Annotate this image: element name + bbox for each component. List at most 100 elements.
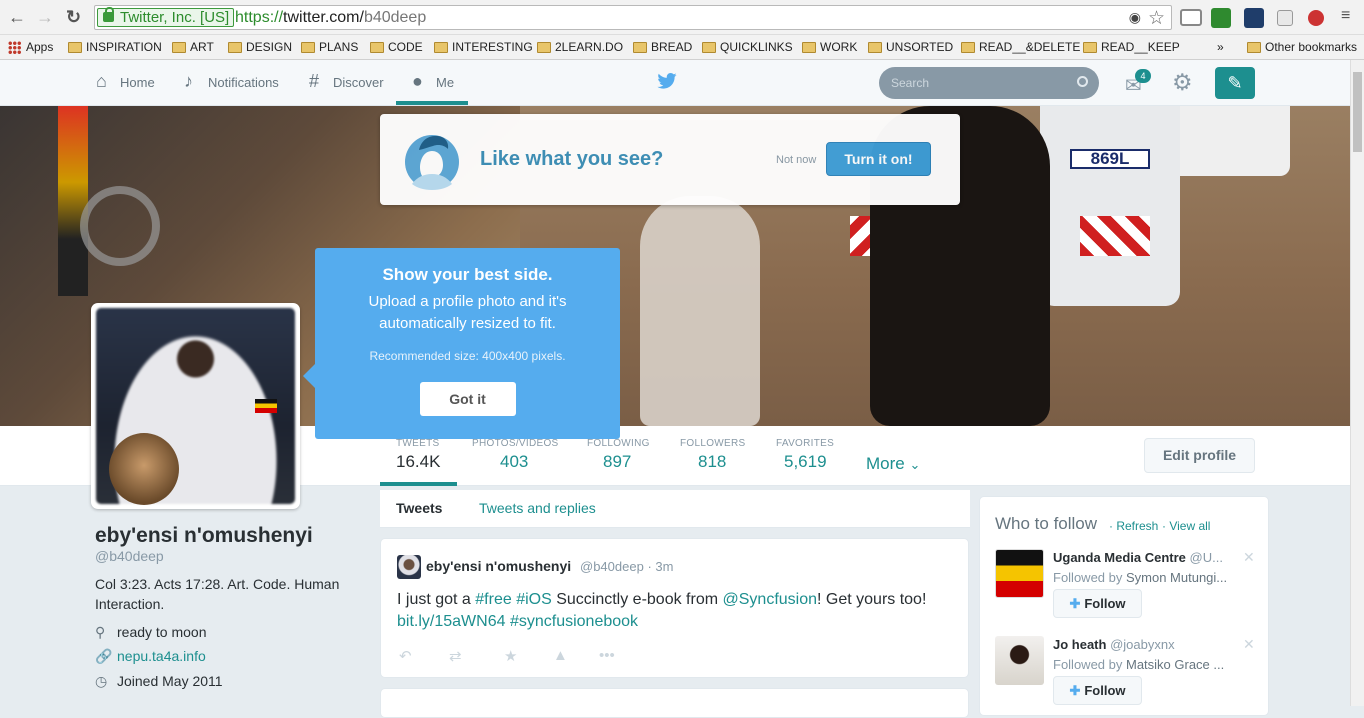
folder-icon — [172, 42, 186, 53]
profile-joined: ◷ Joined May 2011 — [95, 673, 223, 689]
refresh-link[interactable]: · Refresh — [1109, 519, 1158, 533]
bookmark-folder[interactable]: BREAD — [631, 39, 692, 55]
tweet-handle[interactable]: @b40deep — [580, 559, 644, 574]
not-now-link[interactable]: Not now — [776, 154, 816, 166]
bookmark-folder[interactable]: DESIGN — [226, 39, 292, 55]
clock-icon: ◷ — [95, 673, 108, 689]
folder-icon — [228, 42, 242, 53]
tweet-time[interactable]: · 3m — [647, 559, 673, 574]
bookmark-folder[interactable]: 2LEARN.DO — [535, 39, 623, 55]
tab-tweets[interactable]: Tweets — [396, 500, 442, 516]
hashtag-link[interactable]: #syncfusionebook — [510, 613, 638, 630]
tweet[interactable] — [380, 688, 969, 718]
key-icon[interactable]: ◉ — [1129, 9, 1141, 26]
hashtag-link[interactable]: #free — [475, 591, 511, 608]
bookmark-folder[interactable]: UNSORTED — [866, 39, 953, 55]
bookmark-folder[interactable]: WORK — [800, 39, 857, 55]
edit-profile-button[interactable]: Edit profile — [1144, 438, 1255, 473]
url-text[interactable]: https://twitter.com/b40deep — [235, 9, 426, 27]
favorite-star-icon[interactable]: ★ — [504, 647, 517, 665]
rocket-extension-icon[interactable] — [1308, 10, 1324, 26]
mention-link[interactable]: @Syncfusion — [723, 591, 818, 608]
bookmark-label: UNSORTED — [886, 40, 954, 54]
bookmark-folder[interactable]: READ__&DELETE — [959, 39, 1080, 55]
tweet-author-name[interactable]: eby'ensi n'omushenyi — [426, 558, 571, 574]
profile-handle[interactable]: @b40deep — [95, 548, 164, 564]
follow-button[interactable]: ✚ Follow — [1053, 676, 1142, 705]
stat-favorites[interactable]: FAVORITES 5,619 — [776, 438, 834, 472]
bookmarks-overflow-button[interactable]: » — [1200, 39, 1224, 55]
gmail-extension-icon[interactable] — [1180, 9, 1202, 26]
bookmark-star-icon[interactable]: ☆ — [1148, 7, 1165, 30]
turn-it-on-button[interactable]: Turn it on! — [826, 142, 931, 176]
stat-active-indicator — [380, 482, 457, 486]
bookmarks-bar: Apps INSPIRATION ART DESIGN PLANS CODE I… — [0, 35, 1364, 60]
more-options-icon[interactable]: ••• — [599, 647, 615, 664]
suggested-user-avatar[interactable] — [995, 549, 1044, 598]
bookmark-folder[interactable]: INSPIRATION — [66, 39, 162, 55]
suggested-user-name[interactable]: Jo heath @joabyxnx — [1053, 637, 1229, 652]
follow-label: Follow — [1084, 683, 1126, 698]
bookmark-folder[interactable]: QUICKLINKS — [700, 39, 793, 55]
view-all-link[interactable]: · View all — [1162, 519, 1210, 533]
tweet[interactable]: eby'ensi n'omushenyi @b40deep · 3m I jus… — [380, 538, 969, 678]
profile-website[interactable]: 🔗 nepu.ta4a.info — [95, 648, 206, 664]
other-bookmarks[interactable]: Other bookmarks — [1245, 39, 1357, 55]
bookmark-folder[interactable]: ART — [170, 39, 214, 55]
ev-certificate-badge[interactable]: Twitter, Inc. [US] — [97, 7, 235, 27]
website-link[interactable]: nepu.ta4a.info — [117, 648, 206, 664]
bookmark-folder[interactable]: PLANS — [299, 39, 358, 55]
stat-value: 403 — [500, 452, 529, 471]
back-button[interactable]: ← — [8, 7, 26, 27]
search-icon[interactable] — [1077, 76, 1088, 87]
scrollbar[interactable] — [1350, 60, 1364, 706]
search-input[interactable] — [879, 67, 1099, 99]
suggested-user-name[interactable]: Uganda Media Centre @U... — [1053, 550, 1229, 565]
stat-followers[interactable]: FOLLOWERS 818 — [680, 438, 746, 472]
followed-by-name[interactable]: Symon Mutungi... — [1126, 570, 1227, 585]
tab-tweets-and-replies[interactable]: Tweets and replies — [479, 500, 596, 516]
got-it-button[interactable]: Got it — [419, 382, 516, 416]
person-icon: ● — [412, 71, 423, 91]
bookmark-folder[interactable]: READ__KEEP — [1081, 39, 1180, 55]
delete-trash-icon[interactable]: ▲ — [553, 647, 568, 664]
user-name: Jo heath — [1053, 637, 1107, 652]
reload-button[interactable]: ↻ — [66, 7, 81, 27]
gear-icon[interactable]: ⚙ — [1172, 69, 1193, 96]
hashtag-link[interactable]: #iOS — [516, 591, 552, 608]
bell-icon: ♪ — [184, 71, 193, 91]
analytics-extension-icon[interactable] — [1244, 8, 1264, 28]
follow-button[interactable]: ✚ Follow — [1053, 589, 1142, 618]
stat-photos-videos[interactable]: PHOTOS/VIDEOS 403 — [472, 438, 559, 472]
reply-icon[interactable]: ↶ — [399, 647, 412, 665]
retweet-icon[interactable]: ⇄ — [449, 647, 462, 665]
compose-tweet-button[interactable]: ✎ — [1215, 67, 1255, 99]
who-to-follow-title: Who to follow — [995, 514, 1098, 533]
twitter-bird-icon[interactable] — [657, 73, 677, 89]
bookmark-apps[interactable]: Apps — [6, 39, 53, 55]
avatar[interactable] — [91, 303, 300, 509]
bookmark-folder[interactable]: CODE — [368, 39, 423, 55]
address-bar[interactable]: Twitter, Inc. [US] https://twitter.com/b… — [94, 5, 1172, 30]
nav-home[interactable]: ⌂ Home — [96, 72, 155, 91]
url-link[interactable]: bit.ly/15aWN64 — [397, 613, 506, 630]
menu-icon[interactable]: ≡ — [1341, 6, 1350, 26]
bookmark-label: CODE — [388, 40, 423, 54]
nav-me[interactable]: ● Me — [412, 71, 454, 91]
nav-notifications[interactable]: ♪ Notifications — [184, 71, 279, 91]
user-handle: @joabyxnx — [1110, 637, 1175, 652]
nav-discover[interactable]: # Discover — [309, 72, 384, 91]
dismiss-icon[interactable]: ✕ — [1243, 636, 1255, 653]
more-dropdown[interactable]: More ⌄ — [866, 454, 920, 474]
extension-icon[interactable] — [1277, 10, 1293, 26]
tweet-avatar[interactable] — [397, 555, 421, 579]
suggested-user-avatar[interactable] — [995, 636, 1044, 685]
stat-tweets[interactable]: TWEETS 16.4K — [396, 438, 440, 472]
stat-following[interactable]: FOLLOWING 897 — [587, 438, 650, 472]
extension-icon[interactable] — [1211, 8, 1231, 28]
forward-button[interactable]: → — [36, 7, 54, 27]
followed-by-name[interactable]: Matsiko Grace ... — [1126, 657, 1224, 672]
scrollbar-thumb[interactable] — [1353, 72, 1362, 152]
bookmark-folder[interactable]: INTERESTING — [432, 39, 533, 55]
dismiss-icon[interactable]: ✕ — [1243, 549, 1255, 566]
